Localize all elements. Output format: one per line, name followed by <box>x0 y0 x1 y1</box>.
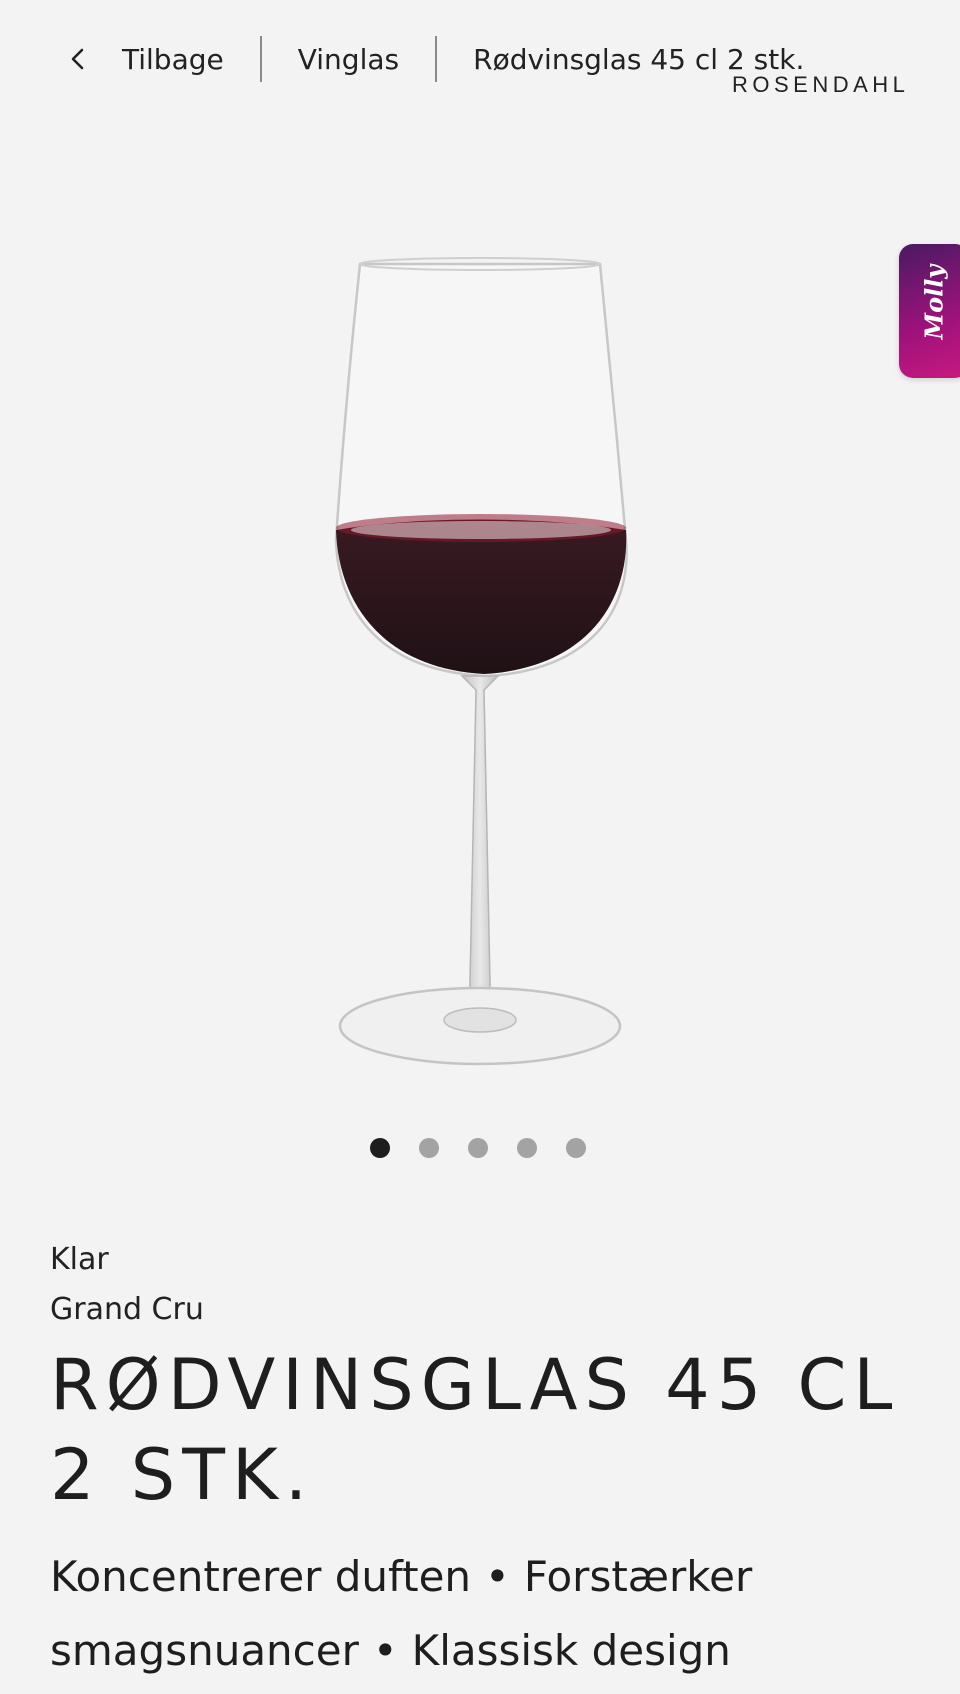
feature-bullet: • <box>485 1552 510 1601</box>
breadcrumb-current: Rødvinsglas 45 cl 2 stk. <box>473 42 805 76</box>
feature-bullet: • <box>372 1626 398 1675</box>
molly-label: Molly <box>919 264 949 340</box>
product-features: Koncentrerer duften • Forstærker smagsnuan… <box>50 1540 930 1688</box>
molly-chat-tab[interactable]: Molly <box>899 244 960 378</box>
product-series: Grand Cru <box>50 1292 204 1327</box>
chevron-left-icon <box>71 48 84 70</box>
feature-item: Koncentrerer duften <box>50 1552 472 1601</box>
back-label: Tilbage <box>122 42 224 76</box>
carousel-dot[interactable] <box>566 1138 586 1158</box>
brand-logo[interactable]: ROSENDAHL <box>732 72 909 98</box>
carousel-dots <box>370 1138 615 1158</box>
carousel-dot[interactable] <box>419 1138 439 1158</box>
breadcrumb-separator <box>259 36 262 82</box>
red-wine-glass-icon <box>334 257 628 1066</box>
carousel-dot[interactable] <box>517 1138 537 1158</box>
breadcrumb-category-link[interactable]: Vinglas <box>298 43 399 76</box>
product-page: Tilbage Vinglas Rødvinsglas 45 cl 2 stk.… <box>0 0 960 1694</box>
product-variant: Klar <box>50 1242 109 1277</box>
carousel-dot[interactable] <box>468 1138 488 1158</box>
breadcrumb-separator <box>435 36 438 82</box>
breadcrumb: Tilbage Vinglas Rødvinsglas 45 cl 2 stk. <box>60 30 804 88</box>
product-title: RØDVINSGLAS 45 CL 2 STK. <box>50 1344 900 1516</box>
feature-item: Klassisk design <box>411 1626 731 1675</box>
back-button[interactable]: Tilbage <box>60 43 224 76</box>
carousel-dot[interactable] <box>370 1138 390 1158</box>
